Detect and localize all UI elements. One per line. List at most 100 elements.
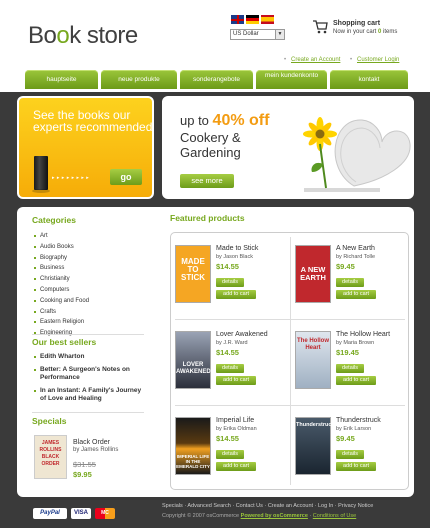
product-card: Thunderstruck Thunderstruck by Erik Lars… — [291, 405, 409, 491]
details-button[interactable]: details — [336, 450, 364, 459]
tab-sonderangebote[interactable]: sonderangebote — [180, 70, 253, 89]
details-button[interactable]: details — [216, 450, 244, 459]
dropdown-arrow-icon: ▼ — [275, 30, 284, 39]
product-price: $14.55 — [216, 348, 239, 357]
flag-spain-icon[interactable] — [261, 15, 274, 24]
product-title[interactable]: A New Earth — [336, 245, 375, 252]
customer-login-link[interactable]: Customer Login — [357, 57, 399, 63]
flag-germany-icon[interactable] — [246, 15, 259, 24]
best-seller-item[interactable]: Better: A Surgeon's Notes on Performance — [34, 366, 149, 383]
product-title[interactable]: Made to Stick — [216, 245, 258, 252]
tab-mein-kundenkonto[interactable]: mein kundenkonto — [256, 70, 327, 89]
special-book-cover[interactable]: JAMES ROLLINS BLACK ORDER — [34, 435, 67, 479]
product-author: by Erik Larson — [336, 426, 372, 432]
add-to-cart-button[interactable]: add to cart — [336, 462, 376, 471]
product-price: $14.55 — [216, 434, 239, 443]
product-author: by Jason Black — [216, 254, 253, 260]
create-account-link[interactable]: Create an Account — [291, 57, 340, 63]
recommended-banner[interactable]: See the books our experts recommended ▸ … — [17, 96, 154, 199]
logo[interactable]: Book store — [28, 22, 138, 50]
product-title[interactable]: Thunderstruck — [336, 417, 381, 424]
details-button[interactable]: details — [336, 364, 364, 373]
product-cover[interactable]: The Hollow Heart — [295, 331, 331, 389]
details-button[interactable]: details — [216, 364, 244, 373]
cart-summary-text: Now in your cart — [333, 29, 377, 35]
product-cover[interactable]: Thunderstruck — [295, 417, 335, 475]
see-more-button[interactable]: see more — [180, 174, 234, 188]
product-title[interactable]: The Hollow Heart — [336, 331, 390, 338]
footer-links: Specials · Advanced Search · Contact Us … — [162, 503, 374, 509]
product-card: The Hollow Heart The Hollow Heart by Mar… — [291, 319, 409, 405]
product-cover[interactable]: IMPERIAL LIFE IN THE EMERALD CITY — [175, 417, 211, 475]
category-item[interactable]: Computers — [34, 285, 89, 296]
shopping-cart-icon[interactable] — [312, 19, 328, 35]
category-item[interactable]: Business — [34, 263, 89, 274]
currency-select[interactable]: US Dollar ▼ — [230, 29, 285, 40]
product-price: $19.45 — [336, 348, 359, 357]
category-item[interactable]: Biography — [34, 253, 89, 264]
tab-neue-produkte[interactable]: neue produkte — [101, 70, 177, 89]
product-card: LOVER AWAKENED Lover Awakened by J.R. Wa… — [171, 319, 289, 405]
add-to-cart-button[interactable]: add to cart — [216, 462, 256, 471]
category-item[interactable]: Art — [34, 231, 89, 242]
promo-banner[interactable]: up to 40% off Cookery & Gardening see mo… — [162, 96, 414, 199]
logo-text-part3: k store — [69, 22, 138, 49]
product-title[interactable]: Imperial Life — [216, 417, 254, 424]
tab-hauptseite[interactable]: hauptseite — [25, 70, 98, 89]
powered-by-link[interactable]: Powered by osCommerce — [241, 513, 308, 519]
footer-link-specials[interactable]: Specials — [162, 503, 183, 509]
cover-text: Thunderstruck — [296, 422, 335, 428]
tab-kontakt[interactable]: kontakt — [330, 70, 408, 89]
best-seller-item[interactable]: Edith Wharton — [34, 353, 149, 362]
go-button[interactable]: go — [110, 169, 142, 185]
logo-text-part1: Bo — [28, 22, 57, 49]
footer-copyright: Copyright © 2007 osCommerce Powered by o… — [162, 513, 357, 519]
category-item[interactable]: Christianity — [34, 274, 89, 285]
product-author: by Maria Brown — [336, 340, 375, 346]
special-old-price: $31.55 — [73, 460, 96, 469]
featured-heading: Featured products — [170, 213, 245, 223]
special-cover-text: JAMES ROLLINS BLACK ORDER — [39, 440, 62, 467]
cart-title[interactable]: Shopping cart — [333, 20, 380, 27]
product-cover[interactable]: LOVER AWAKENED — [175, 331, 211, 389]
details-button[interactable]: details — [336, 278, 364, 287]
footer-link-create-account[interactable]: Create an Account — [268, 503, 313, 509]
main-nav: hauptseite neue produkte sonderangebote … — [0, 68, 430, 92]
category-item[interactable]: Audio Books — [34, 242, 89, 253]
conditions-link[interactable]: Conditions of Use — [313, 513, 356, 519]
product-cover[interactable]: MADE TO STICK — [175, 245, 211, 303]
category-item[interactable]: Cooking and Food — [34, 296, 89, 307]
add-to-cart-button[interactable]: add to cart — [336, 376, 376, 385]
best-sellers-list: Edith Wharton Better: A Surgeon's Notes … — [34, 353, 149, 408]
link-arrow-icon: • — [284, 57, 287, 63]
sidebar: Categories Art Audio Books Biography Bus… — [17, 207, 152, 497]
details-button[interactable]: details — [216, 278, 244, 287]
special-title[interactable]: Black Order — [73, 439, 110, 446]
product-author: by J.R. Ward — [216, 340, 248, 346]
footer-link-advanced-search[interactable]: Advanced Search — [187, 503, 230, 509]
footer-link-contact[interactable]: Contact Us — [236, 503, 263, 509]
cover-text: The Hollow Heart — [297, 338, 329, 351]
product-author: by Erika Oldman — [216, 426, 257, 432]
featured-products-grid: MADE TO STICK Made to Stick by Jason Bla… — [170, 232, 409, 490]
product-author: by Richard Tolle — [336, 254, 376, 260]
add-to-cart-button[interactable]: add to cart — [216, 290, 256, 299]
promo-percent: 40% off — [212, 112, 270, 129]
footer-link-privacy[interactable]: Privacy Notice — [338, 503, 373, 509]
category-item[interactable]: Eastern Religion — [34, 317, 89, 328]
promo-category: Cookery & Gardening — [180, 130, 241, 160]
flag-uk-icon[interactable] — [231, 15, 244, 24]
add-to-cart-button[interactable]: add to cart — [216, 376, 256, 385]
cover-text: LOVER AWAKENED — [176, 362, 211, 375]
promo-prefix: up to — [180, 113, 209, 128]
divider — [32, 412, 144, 413]
visa-icon: VISA — [71, 508, 91, 519]
product-title[interactable]: Lover Awakened — [216, 331, 268, 338]
category-item[interactable]: Crafts — [34, 307, 89, 318]
footer-link-login[interactable]: Log In — [318, 503, 333, 509]
add-to-cart-button[interactable]: add to cart — [336, 290, 376, 299]
special-author: by James Rollins — [73, 447, 119, 453]
product-cover[interactable]: A NEW EARTH — [295, 245, 331, 303]
categories-list: Art Audio Books Biography Business Chris… — [34, 231, 89, 339]
best-seller-item[interactable]: In an Instant: A Family's Journey of Lov… — [34, 387, 149, 404]
